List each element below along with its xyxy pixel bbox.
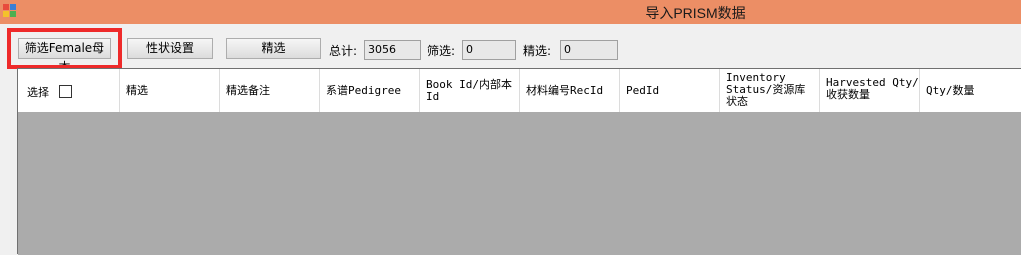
column-label-line: Id (426, 90, 440, 103)
filtered-label: 筛选: (427, 44, 456, 58)
selected-label: 精选: (523, 44, 552, 58)
column-header-qty[interactable]: Qty/数量 (920, 69, 1021, 112)
window-title: 导入PRISM数据 (645, 5, 746, 21)
title-bar: 导入PRISM数据 (0, 0, 1021, 24)
column-header-ped-id[interactable]: PedId (620, 69, 720, 112)
grid-body-empty[interactable] (18, 112, 1021, 255)
selected-field[interactable]: 0 (560, 40, 618, 60)
column-header-inventory-status[interactable]: Inventory Status/资源库 状态 (720, 69, 820, 112)
column-label: 精选 (126, 84, 148, 97)
select-all-checkbox[interactable] (59, 85, 72, 98)
column-header-harvested-qty[interactable]: Harvested Qty/ 收获数量 (820, 69, 920, 112)
column-label: 精选备注 (226, 84, 270, 97)
column-label: PedId (626, 84, 660, 97)
column-label-line: 状态 (726, 95, 748, 108)
total-field[interactable]: 3056 (364, 40, 421, 60)
column-label-line: Book Id/内部本 (426, 78, 512, 91)
column-label: Qty/数量 (926, 84, 975, 97)
column-header-select-mark[interactable]: 精选 (120, 69, 220, 112)
data-grid[interactable]: 选择 精选 精选备注 系谱Pedigree Book Id/内部本 Id 材料编… (17, 68, 1021, 255)
column-label: 材料编号RecId (526, 84, 604, 97)
total-label: 总计: (329, 44, 358, 58)
column-header-select[interactable]: 选择 (18, 69, 120, 112)
filtered-field[interactable]: 0 (462, 40, 516, 60)
column-label-line: 收获数量 (826, 88, 870, 101)
column-label: 选择 (27, 86, 49, 99)
column-header-select-note[interactable]: 精选备注 (220, 69, 320, 112)
highlight-box (7, 28, 122, 69)
grid-header: 选择 精选 精选备注 系谱Pedigree Book Id/内部本 Id 材料编… (18, 69, 1021, 113)
column-header-rec-id[interactable]: 材料编号RecId (520, 69, 620, 112)
column-label: 系谱Pedigree (326, 84, 401, 97)
trait-settings-button[interactable]: 性状设置 (127, 38, 213, 59)
select-button[interactable]: 精选 (226, 38, 321, 59)
column-header-book-id[interactable]: Book Id/内部本 Id (420, 69, 520, 112)
column-header-pedigree[interactable]: 系谱Pedigree (320, 69, 420, 112)
